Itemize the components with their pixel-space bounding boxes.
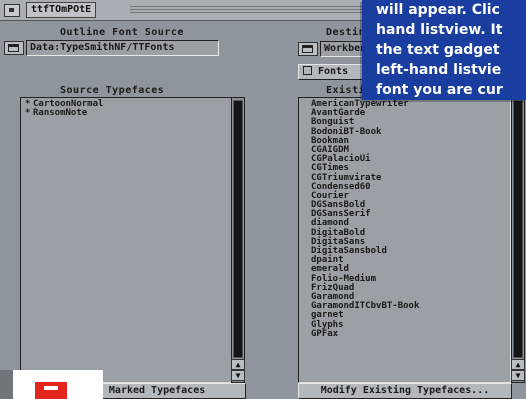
logo-mark-icon	[35, 382, 67, 399]
modify-existing-button[interactable]: Modify Existing Typefaces...	[298, 383, 512, 399]
close-gadget-icon[interactable]	[4, 4, 20, 17]
scroll-up-icon[interactable]: ▲	[231, 359, 245, 370]
fonts-button-label: Fonts	[318, 66, 349, 77]
page-edge	[0, 370, 13, 399]
existing-typefaces-list[interactable]: AmericanTypewriter AvantGarde Bonguist Bodo…	[298, 97, 511, 383]
callout-line: font you are cur	[376, 82, 503, 98]
magazine-logo	[13, 370, 103, 399]
marked-indicator: *	[25, 108, 31, 119]
window-title: ttfTOmPOtE	[26, 2, 97, 18]
destination-drawer-icon[interactable]	[298, 42, 318, 56]
callout-line: will appear. Clic	[376, 2, 500, 18]
callout-line: left-hand listvie	[376, 62, 502, 78]
scroll-knob[interactable]	[233, 100, 243, 358]
scroll-knob[interactable]	[513, 100, 523, 358]
source-drawer-icon[interactable]	[4, 41, 24, 55]
intellifont-window: ttfTOmPOtE Outline Font Source Data:Type…	[0, 0, 526, 399]
source-typefaces-list[interactable]: * CartoonNormal * RansomNote	[20, 97, 232, 383]
scroll-down-icon[interactable]: ▼	[231, 370, 245, 381]
source-group-label: Outline Font Source	[60, 27, 184, 38]
source-typefaces-label: Source Typefaces	[60, 85, 165, 96]
source-path-field[interactable]: Data:TypeSmithNF/TTFonts	[26, 40, 219, 56]
list-item[interactable]: * RansomNote	[21, 108, 231, 119]
existing-list-scrollbar[interactable]: ▲ ▼	[511, 97, 525, 383]
fonts-icon	[303, 66, 312, 75]
source-list-scrollbar[interactable]: ▲ ▼	[231, 97, 245, 383]
scroll-up-icon[interactable]: ▲	[511, 359, 525, 370]
caption-callout: will appear. Clic hand listview. It the …	[362, 0, 526, 100]
title-bar-drag-area[interactable]	[130, 6, 380, 14]
callout-line: hand listview. It	[376, 22, 503, 38]
scroll-down-icon[interactable]: ▼	[511, 370, 525, 381]
list-item[interactable]: GPFax	[299, 328, 510, 339]
list-item-label: GPFax	[311, 328, 339, 339]
callout-line: the text gadget	[376, 42, 500, 58]
list-item-label: RansomNote	[33, 108, 88, 119]
